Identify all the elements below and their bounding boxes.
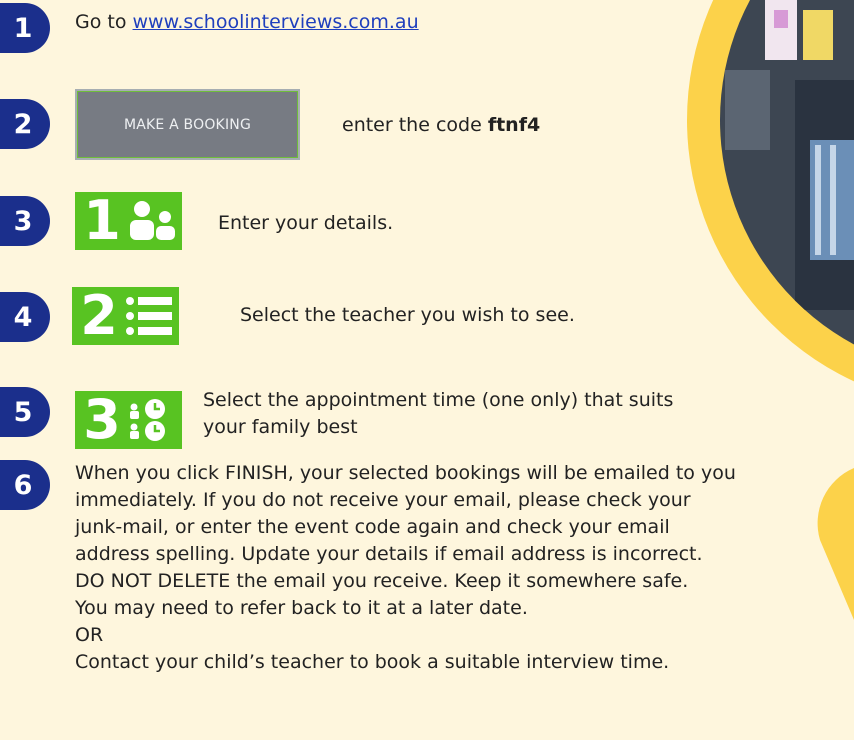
- step-1-text: Go to www.schoolinterviews.com.au: [75, 9, 419, 36]
- step-6-line: When you click FINISH, your selected boo…: [75, 462, 736, 484]
- step-2-badge: 2: [0, 99, 50, 149]
- step-5-text: Select the appointment time (one only) t…: [203, 387, 673, 441]
- step-3-icon-number: 1: [83, 189, 121, 252]
- website-link[interactable]: www.schoolinterviews.com.au: [133, 11, 419, 33]
- clock-icon: [130, 399, 165, 441]
- step-3-badge: 3: [0, 196, 50, 246]
- step-5-icon-number: 3: [83, 388, 121, 451]
- step-5-text-line: your family best: [203, 416, 358, 438]
- step-6-line: Contact your child’s teacher to book a s…: [75, 651, 670, 673]
- step-6-line: DO NOT DELETE the email you receive. Kee…: [75, 570, 689, 592]
- step-3-text: Enter your details.: [218, 212, 394, 234]
- step-6-text: When you click FINISH, your selected boo…: [75, 460, 850, 676]
- list-icon: [126, 297, 172, 335]
- step-4-text: Select the teacher you wish to see.: [240, 304, 575, 326]
- step-6-line: junk-mail, or enter the event code again…: [75, 516, 670, 538]
- step-1-badge: 1: [0, 3, 50, 53]
- step-4-icon-number: 2: [80, 284, 118, 347]
- step-2-text: enter the code ftnf4: [342, 112, 540, 139]
- people-icon: [130, 201, 175, 240]
- step-6-line: You may need to refer back to it at a la…: [75, 597, 528, 619]
- step-1-prefix: Go to: [75, 11, 133, 33]
- step-3-icon: 1: [75, 192, 182, 250]
- step-5-badge: 5: [0, 387, 50, 437]
- step-5-text-line: Select the appointment time (one only) t…: [203, 389, 674, 411]
- step-6-line: OR: [75, 624, 104, 646]
- step-4-icon: 2: [72, 287, 179, 345]
- step-6-badge: 6: [0, 460, 50, 510]
- step-5-icon: 3: [75, 391, 182, 449]
- step-2-instruction: enter the code: [342, 114, 488, 136]
- make-a-booking-button[interactable]: MAKE A BOOKING: [75, 89, 300, 160]
- step-4-badge: 4: [0, 292, 50, 342]
- event-code: ftnf4: [487, 114, 541, 136]
- step-6-line: immediately. If you do not receive your …: [75, 489, 691, 511]
- step-6-line: address spelling. Update your details if…: [75, 543, 703, 565]
